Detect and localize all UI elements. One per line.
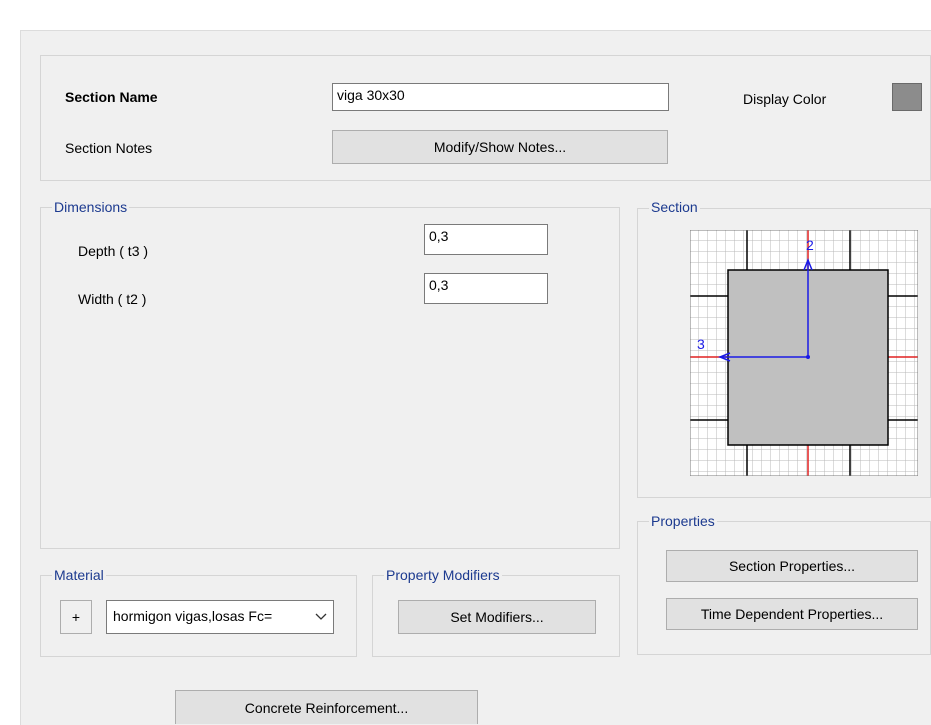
section-name-field[interactable]: viga 30x30 [332, 83, 669, 111]
width-label: Width ( t2 ) [78, 291, 147, 307]
depth-field[interactable]: 0,3 [424, 224, 548, 255]
display-color-swatch[interactable] [892, 83, 922, 111]
axis-2-label: 2 [806, 237, 814, 253]
material-selected-value: hormigon vigas,losas Fc= [113, 608, 273, 624]
chevron-down-icon [315, 613, 327, 620]
properties-panel [637, 521, 931, 655]
time-dependent-properties-button[interactable]: Time Dependent Properties... [666, 598, 918, 630]
width-field[interactable]: 0,3 [424, 273, 548, 304]
material-title: Material [52, 567, 106, 583]
property-modifiers-title: Property Modifiers [384, 567, 502, 583]
material-select[interactable]: hormigon vigas,losas Fc= [106, 600, 334, 634]
section-properties-button[interactable]: Section Properties... [666, 550, 918, 582]
display-color-label: Display Color [743, 91, 827, 107]
add-material-button[interactable]: + [60, 600, 92, 634]
set-modifiers-button[interactable]: Set Modifiers... [398, 600, 596, 634]
section-notes-label: Section Notes [65, 140, 153, 156]
section-preview-canvas [690, 230, 918, 476]
dimensions-title: Dimensions [52, 199, 130, 215]
depth-label: Depth ( t3 ) [78, 243, 149, 259]
concrete-reinforcement-button[interactable]: Concrete Reinforcement... [175, 690, 478, 724]
properties-title: Properties [649, 513, 717, 529]
section-name-label: Section Name [65, 89, 158, 105]
modify-show-notes-button[interactable]: Modify/Show Notes... [332, 130, 668, 164]
section-title: Section [649, 199, 700, 215]
axis-3-label: 3 [697, 336, 705, 352]
